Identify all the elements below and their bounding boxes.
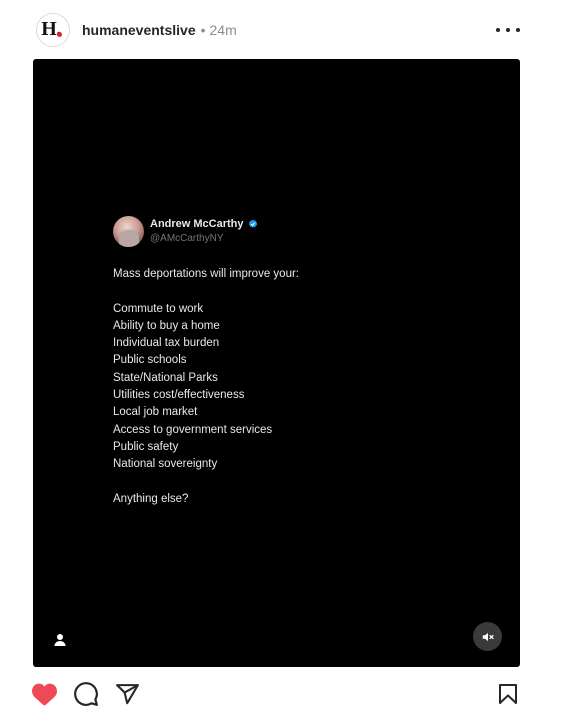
tweet-list-item: Public schools — [113, 354, 187, 367]
tweet-list-item: Access to government services — [113, 423, 273, 436]
more-options-icon[interactable] — [496, 21, 520, 39]
verified-badge-icon — [248, 219, 257, 228]
post-media[interactable]: Andrew McCarthy @AMcCarthyNY Mass deport… — [33, 59, 520, 667]
bookmark-icon — [499, 684, 517, 704]
post-action-bar — [0, 676, 576, 712]
tweet-author-avatar — [113, 216, 144, 247]
tweet-list-item: State/National Parks — [113, 371, 218, 384]
post-meta: humaneventslive • 24m — [82, 21, 237, 39]
tweet-author-name-row: Andrew McCarthy — [150, 218, 258, 230]
post-time[interactable]: 24m — [210, 22, 237, 38]
username-link[interactable]: humaneventslive — [82, 22, 196, 38]
tweet-list-item: Commute to work — [113, 302, 204, 315]
share-button[interactable] — [113, 680, 141, 708]
tweet-list-item: National sovereignty — [113, 458, 218, 471]
meta-separator: • — [200, 22, 206, 38]
profile-avatar[interactable]: H. — [36, 13, 70, 47]
tweet-author-handle: @AMcCarthyNY — [150, 233, 224, 244]
avatar-logo-text: H. — [41, 17, 61, 40]
heart-filled-icon — [31, 683, 57, 705]
tweet-text: Mass deportations will improve your: Com… — [113, 266, 443, 508]
mute-toggle-button[interactable] — [473, 622, 502, 651]
like-button[interactable] — [30, 680, 58, 708]
speaker-muted-icon — [482, 632, 494, 641]
tweet-list-item: Ability to buy a home — [113, 319, 220, 332]
paper-plane-icon — [115, 683, 139, 704]
tweet-author-name: Andrew McCarthy — [150, 218, 244, 230]
tweet-list-item: Individual tax burden — [113, 337, 220, 350]
tweet-intro: Mass deportations will improve your: — [113, 268, 299, 280]
tweet-list-item: Public safety — [113, 440, 179, 453]
person-tag-icon[interactable] — [51, 631, 69, 649]
tweet-list-item: Local job market — [113, 406, 198, 419]
tweet-list-item: Utilities cost/effectiveness — [113, 389, 245, 402]
tweet-closing: Anything else? — [113, 492, 189, 505]
post-header: H. humaneventslive • 24m — [0, 0, 576, 58]
save-button[interactable] — [494, 680, 522, 708]
avatar-logo-dot — [57, 32, 62, 37]
comment-button[interactable] — [72, 680, 100, 708]
comment-icon — [74, 682, 98, 706]
